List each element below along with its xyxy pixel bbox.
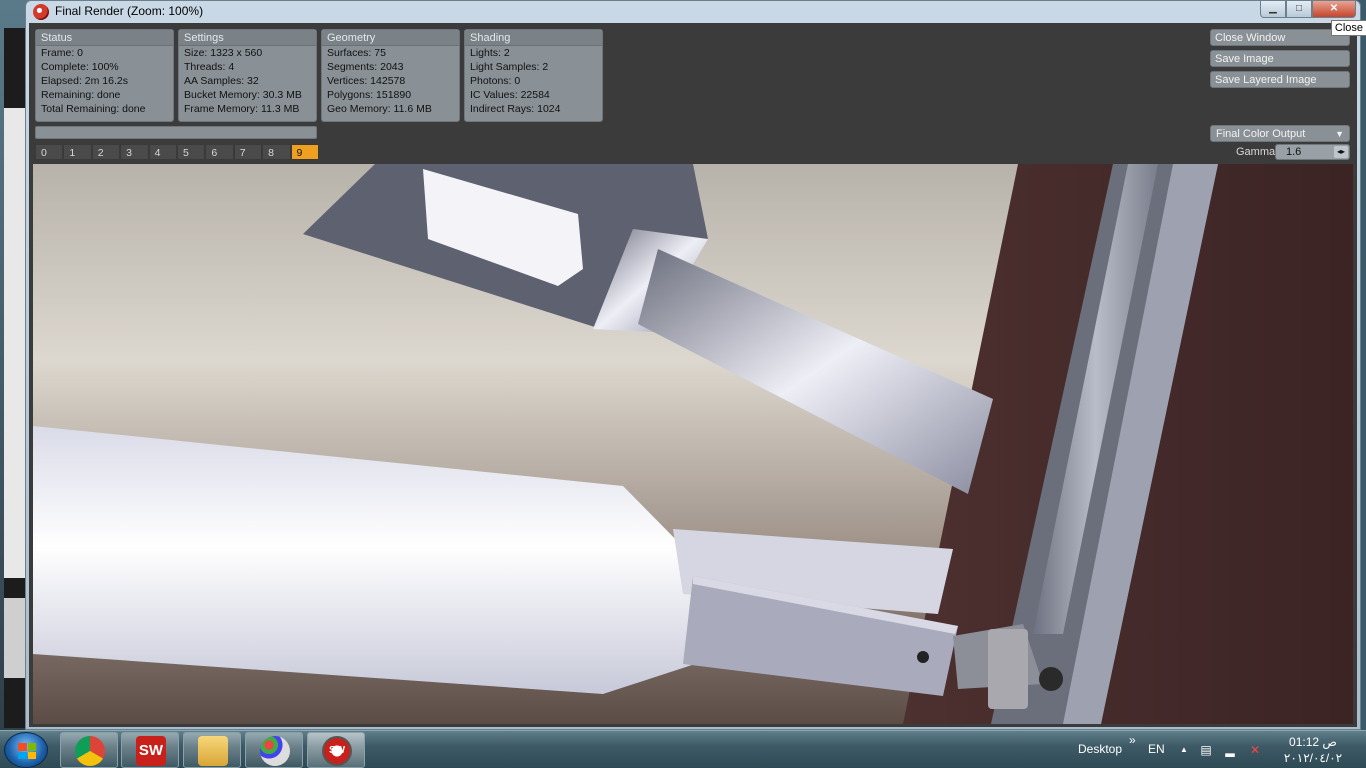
close-window-button[interactable]: Close Window <box>1210 29 1350 46</box>
geometry-row: Segments: 2043 <box>327 61 404 73</box>
frame-tab[interactable]: 8 <box>262 144 291 160</box>
settings-panel-title: Settings <box>179 30 316 46</box>
maximize-button[interactable]: □ <box>1286 1 1312 18</box>
frame-tab[interactable]: 1 <box>63 144 92 160</box>
chevron-double-right-icon[interactable]: » <box>1129 733 1136 747</box>
settings-row: Threads: 4 <box>184 61 235 73</box>
close-button[interactable]: ✕ <box>1312 1 1356 18</box>
chevron-down-icon: ▼ <box>1335 129 1344 139</box>
solidworks-icon: SW <box>136 736 166 766</box>
output-select-value: Final Color Output <box>1216 128 1306 140</box>
action-center-icon[interactable]: ▤ <box>1199 743 1213 757</box>
windows-logo-icon <box>18 743 36 759</box>
language-indicator[interactable]: EN <box>1148 742 1165 756</box>
settings-row: Frame Memory: 11.3 MB <box>184 103 300 115</box>
close-tooltip: Close <box>1330 20 1366 36</box>
geometry-row: Polygons: 151890 <box>327 89 412 101</box>
taskbar-app-chrome[interactable] <box>60 732 118 768</box>
frame-tab-active[interactable]: 9 <box>290 144 319 160</box>
chrome-icon <box>75 736 105 766</box>
render-progress-bar <box>35 126 317 139</box>
gamma-value: 1.6 <box>1286 146 1302 158</box>
render-app-icon: SW <box>322 736 352 766</box>
status-row: Frame: 0 <box>41 47 84 59</box>
geometry-row: Vertices: 142578 <box>327 75 406 87</box>
clock-time: 01:12 ص <box>1289 735 1337 749</box>
rendered-image <box>33 164 1353 724</box>
app-icon <box>33 4 49 20</box>
frame-tab[interactable]: 6 <box>205 144 234 160</box>
caption-buttons: ▁ □ ✕ <box>1260 1 1356 18</box>
settings-row: Size: 1323 x 560 <box>184 47 263 59</box>
paint-palette-icon <box>260 736 290 766</box>
folder-icon <box>198 736 228 766</box>
title-bar[interactable]: Final Render (Zoom: 100%) ▁ □ ✕ Close <box>26 1 1366 36</box>
geometry-row: Surfaces: 75 <box>327 47 386 59</box>
show-hidden-icons-icon[interactable]: ▲ <box>1177 743 1191 757</box>
start-button[interactable] <box>4 732 48 768</box>
save-layered-image-button[interactable]: Save Layered Image <box>1210 71 1350 88</box>
background-window-strip <box>4 28 26 728</box>
shading-row: Lights: 2 <box>470 47 510 59</box>
taskbar-app-solidworks[interactable]: SW <box>121 732 179 768</box>
status-panel: Status Frame: 0 Complete: 100% Elapsed: … <box>35 29 174 122</box>
shading-panel-title: Shading <box>465 30 602 46</box>
geometry-panel: Geometry Surfaces: 75 Segments: 2043 Ver… <box>321 29 460 122</box>
frame-selector: 0 1 2 3 4 5 6 7 8 9 <box>35 144 319 160</box>
system-clock[interactable]: 01:12 ص ٢٠١٢/٠٤/٠٢ <box>1276 734 1350 766</box>
window-title: Final Render (Zoom: 100%) <box>55 4 204 18</box>
minimize-button[interactable]: ▁ <box>1260 1 1286 18</box>
taskbar-app-render[interactable]: SW <box>307 732 365 768</box>
frame-tab[interactable]: 5 <box>176 144 206 160</box>
save-image-button[interactable]: Save Image <box>1210 50 1350 67</box>
shading-row: Indirect Rays: 1024 <box>470 103 561 115</box>
render-client-area: Status Frame: 0 Complete: 100% Elapsed: … <box>29 23 1357 727</box>
settings-row: Bucket Memory: 30.3 MB <box>184 89 302 101</box>
taskbar: SW SW Desktop » EN ▲ ▤ ▂ ✕ 01:12 ص ٢٠١٢/… <box>0 730 1366 768</box>
shading-row: IC Values: 22584 <box>470 89 550 101</box>
frame-tab[interactable]: 4 <box>148 144 177 160</box>
frame-tab[interactable]: 0 <box>35 144 64 160</box>
shading-row: Light Samples: 2 <box>470 61 549 73</box>
network-signal-icon[interactable]: ▂ <box>1223 743 1237 757</box>
final-render-window: Final Render (Zoom: 100%) ▁ □ ✕ Close St… <box>25 0 1366 730</box>
status-row: Remaining: done <box>41 89 121 101</box>
status-row: Elapsed: 2m 16.2s <box>41 75 128 87</box>
gamma-input[interactable]: 1.6 ◂▸ <box>1275 144 1350 160</box>
taskbar-app-paint[interactable] <box>245 732 303 768</box>
shading-row: Photons: 0 <box>470 75 521 87</box>
gamma-label: Gamma <box>1236 146 1276 158</box>
desktop-toolbar-label[interactable]: Desktop <box>1078 742 1122 756</box>
status-row: Total Remaining: done <box>41 103 146 115</box>
gamma-spinner-icon[interactable]: ◂▸ <box>1334 146 1348 158</box>
shading-panel: Shading Lights: 2 Light Samples: 2 Photo… <box>464 29 603 122</box>
clock-date: ٢٠١٢/٠٤/٠٢ <box>1283 751 1343 765</box>
geometry-panel-title: Geometry <box>322 30 459 46</box>
frame-tab[interactable]: 7 <box>233 144 263 160</box>
frame-tab[interactable]: 2 <box>91 144 121 160</box>
taskbar-app-file-explorer[interactable] <box>183 732 241 768</box>
settings-row: AA Samples: 32 <box>184 75 259 87</box>
status-row: Complete: 100% <box>41 61 119 73</box>
settings-panel: Settings Size: 1323 x 560 Threads: 4 AA … <box>178 29 317 122</box>
geometry-row: Geo Memory: 11.6 MB <box>327 103 432 115</box>
volume-muted-icon[interactable]: ✕ <box>1248 743 1262 757</box>
render-viewport <box>33 164 1353 724</box>
output-select[interactable]: Final Color Output ▼ <box>1210 125 1350 142</box>
status-panel-title: Status <box>36 30 173 46</box>
frame-tab[interactable]: 3 <box>120 144 149 160</box>
